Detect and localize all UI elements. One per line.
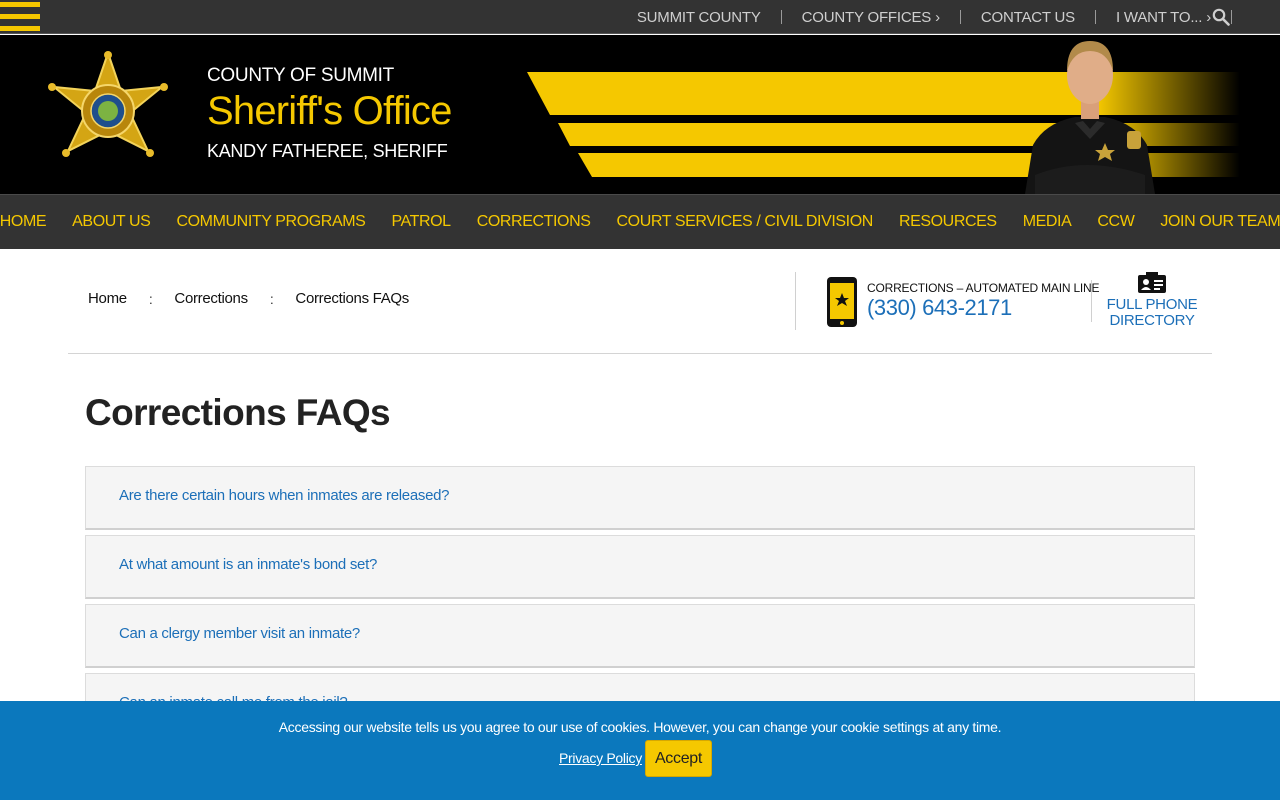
nav-ccw[interactable]: CCW	[1084, 213, 1147, 231]
faq-question[interactable]: Are there certain hours when inmates are…	[119, 487, 450, 504]
divider	[795, 272, 796, 330]
faq-item[interactable]: Can a clergy member visit an inmate?	[85, 604, 1195, 668]
id-card-icon	[1138, 272, 1166, 293]
utility-nav: SUMMIT COUNTY COUNTY OFFICES › CONTACT U…	[617, 0, 1232, 34]
nav-about-us[interactable]: ABOUT US	[59, 213, 163, 231]
breadcrumb-corrections[interactable]: Corrections	[174, 290, 248, 307]
nav-court-services[interactable]: COURT SERVICES / CIVIL DIVISION	[604, 213, 886, 231]
cookie-banner: Accessing our website tells us you agree…	[0, 701, 1280, 800]
faq-question[interactable]: At what amount is an inmate's bond set?	[119, 556, 377, 573]
page-title: Corrections FAQs	[85, 392, 391, 433]
utility-link-summit-county[interactable]: SUMMIT COUNTY	[617, 9, 781, 26]
breadcrumb-separator: :	[269, 290, 274, 307]
cookie-message: Accessing our website tells us you agree…	[278, 719, 1002, 735]
search-icon[interactable]	[1212, 8, 1230, 26]
sheriff-star-badge-logo[interactable]	[44, 51, 172, 175]
phone-directory-link[interactable]: FULL PHONE DIRECTORY	[1104, 272, 1200, 329]
sheriff-portrait-image	[1025, 41, 1155, 194]
corrections-line-label: CORRECTIONS – AUTOMATED MAIN LINE	[867, 281, 1100, 295]
nav-media[interactable]: MEDIA	[1010, 213, 1085, 231]
nav-community-programs[interactable]: COMMUNITY PROGRAMS	[163, 213, 378, 231]
brand-county: COUNTY OF SUMMIT	[207, 65, 394, 86]
utility-link-i-want-to[interactable]: I WANT TO... ›	[1096, 9, 1231, 26]
menu-icon[interactable]	[0, 0, 40, 34]
divider	[1091, 280, 1092, 322]
breadcrumb-current: Corrections FAQs	[295, 290, 409, 307]
divider	[68, 353, 1212, 354]
divider	[1231, 10, 1232, 24]
utility-link-contact-us[interactable]: CONTACT US	[961, 9, 1095, 26]
nav-resources[interactable]: RESOURCES	[886, 213, 1010, 231]
brand-office-title[interactable]: Sheriff's Office	[207, 89, 452, 134]
privacy-policy-link[interactable]: Privacy Policy	[559, 750, 642, 766]
directory-line-1: FULL PHONE	[1106, 296, 1198, 313]
nav-join-our-team[interactable]: JOIN OUR TEAM	[1147, 213, 1280, 231]
main-nav: HOME ABOUT US COMMUNITY PROGRAMS PATROL …	[0, 194, 1280, 249]
faq-question[interactable]: Can a clergy member visit an inmate?	[119, 625, 360, 642]
breadcrumb-separator: :	[148, 290, 153, 307]
header-banner: COUNTY OF SUMMIT Sheriff's Office KANDY …	[0, 35, 1280, 194]
accept-cookies-button[interactable]: Accept	[645, 740, 712, 777]
mobile-phone-icon	[827, 277, 857, 327]
brand-sheriff-name: KANDY FATHEREE, SHERIFF	[207, 141, 448, 161]
nav-home[interactable]: HOME	[0, 213, 59, 231]
utility-bar: SUMMIT COUNTY COUNTY OFFICES › CONTACT U…	[0, 0, 1280, 34]
faq-item[interactable]: At what amount is an inmate's bond set?	[85, 535, 1195, 599]
faq-item[interactable]: Are there certain hours when inmates are…	[85, 466, 1195, 530]
nav-corrections[interactable]: CORRECTIONS	[464, 213, 604, 231]
directory-line-2: DIRECTORY	[1109, 312, 1195, 329]
utility-link-county-offices[interactable]: COUNTY OFFICES ›	[782, 9, 960, 26]
nav-patrol[interactable]: PATROL	[378, 213, 463, 231]
breadcrumb-home[interactable]: Home	[88, 290, 127, 307]
corrections-phone-number[interactable]: (330) 643-2171	[867, 295, 1012, 321]
breadcrumb: Home : Corrections : Corrections FAQs	[88, 290, 409, 307]
